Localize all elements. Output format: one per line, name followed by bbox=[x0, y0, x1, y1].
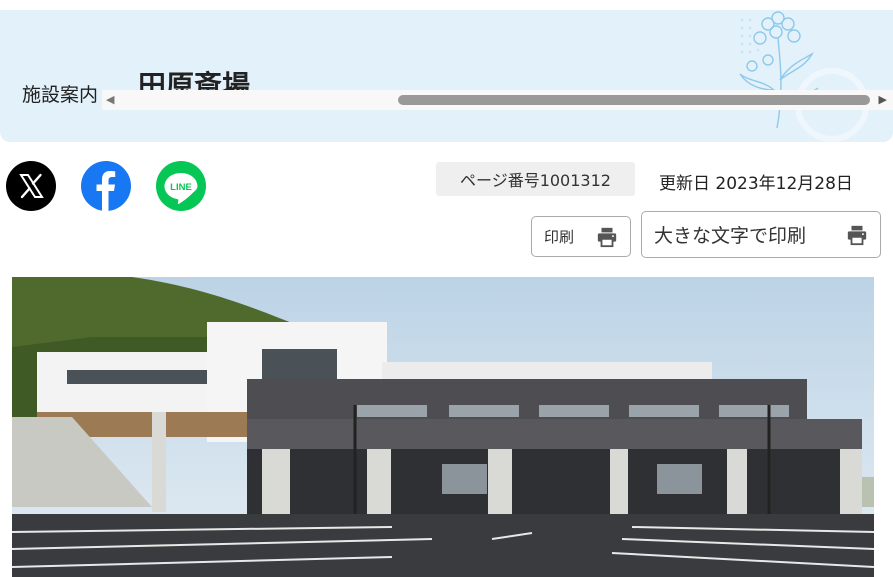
large-print-button-label: 大きな文字で印刷 bbox=[654, 226, 807, 247]
line-icon: LINE bbox=[156, 161, 206, 211]
scrollbar-thumb[interactable] bbox=[398, 95, 870, 105]
page-number-badge: ページ番号1001312 bbox=[436, 162, 635, 196]
share-line-button[interactable]: LINE bbox=[155, 160, 207, 212]
large-text-print-button[interactable]: 大きな文字で印刷 bbox=[641, 211, 881, 258]
share-facebook-button[interactable] bbox=[80, 160, 132, 212]
scroll-left-icon[interactable]: ◀ bbox=[106, 93, 114, 106]
print-button[interactable]: 印刷 bbox=[531, 216, 631, 257]
facility-photo bbox=[12, 277, 874, 577]
banner-category: 施設案内 bbox=[22, 84, 99, 106]
page-header-banner: 施設案内 田原斎場 ◀ ▶ bbox=[0, 10, 893, 142]
flower-decoration-icon bbox=[739, 11, 869, 142]
scroll-right-icon[interactable]: ▶ bbox=[879, 93, 887, 106]
share-x-button[interactable] bbox=[5, 160, 57, 212]
printer-icon bbox=[847, 225, 867, 245]
line-logo-text: LINE bbox=[170, 182, 192, 193]
updated-date: 更新日 2023年12月28日 bbox=[659, 174, 853, 194]
x-logo-icon bbox=[6, 161, 56, 211]
facebook-icon bbox=[81, 161, 131, 212]
printer-icon bbox=[597, 227, 617, 247]
horizontal-scrollbar[interactable]: ◀ ▶ bbox=[102, 90, 893, 110]
print-button-label: 印刷 bbox=[544, 229, 575, 246]
